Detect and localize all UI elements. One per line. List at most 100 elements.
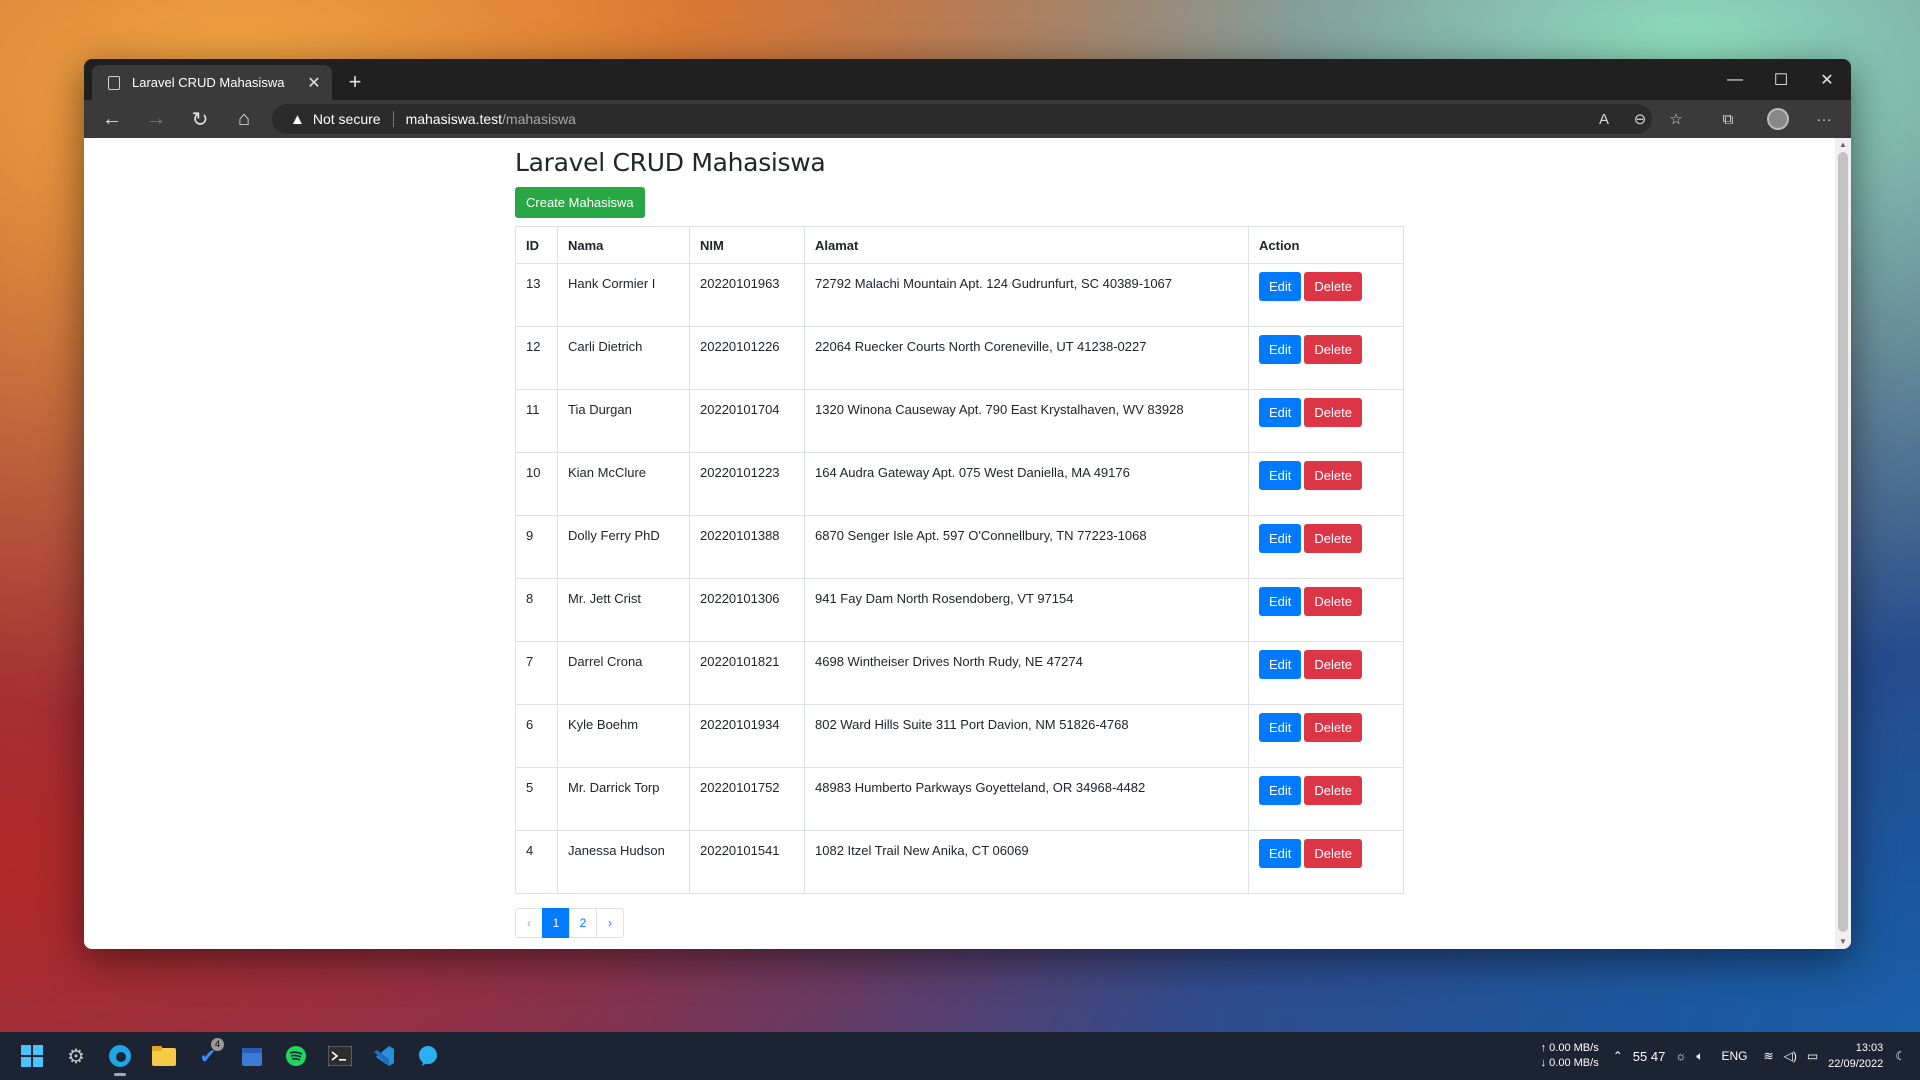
edit-button[interactable]: Edit [1259, 650, 1302, 679]
cell-nama: Kyle Boehm [557, 704, 690, 768]
maximize-icon[interactable]: ☐ [1758, 59, 1804, 100]
content-container: Laravel CRUD Mahasiswa Create Mahasiswa … [515, 138, 1405, 938]
url-host[interactable]: mahasiswa.test [406, 111, 502, 127]
cell-nim: 20220101541 [689, 830, 805, 894]
todo-icon[interactable]: ✔ 4 [186, 1034, 230, 1078]
page-icon [108, 75, 120, 90]
more-menu-icon[interactable]: ··· [1806, 100, 1842, 138]
vertical-scrollbar[interactable]: ▲ ▼ [1835, 138, 1851, 949]
pagination-next[interactable]: › [596, 908, 624, 938]
edit-button[interactable]: Edit [1259, 398, 1302, 427]
cell-nama: Dolly Ferry PhD [557, 515, 690, 579]
delete-button[interactable]: Delete [1304, 650, 1362, 679]
back-icon[interactable]: ← [90, 100, 134, 138]
app-bubble-icon[interactable] [406, 1034, 450, 1078]
edit-button[interactable]: Edit [1259, 335, 1302, 364]
terminal-icon[interactable] [318, 1034, 362, 1078]
url-path[interactable]: /mahasiswa [502, 111, 576, 127]
warning-icon[interactable]: ▲ [290, 111, 305, 128]
url-field[interactable]: ▲ Not secure mahasiswa.test/mahasiswa [272, 104, 1652, 134]
create-mahasiswa-button[interactable]: Create Mahasiswa [515, 187, 645, 218]
cell-alamat: 164 Audra Gateway Apt. 075 West Daniella… [804, 452, 1249, 516]
home-icon[interactable]: ⌂ [222, 100, 266, 138]
close-window-icon[interactable]: ✕ [1804, 59, 1850, 100]
table-row: 13 Hank Cormier I 20220101963 72792 Malachi… [515, 263, 1404, 327]
cell-alamat: 72792 Malachi Mountain Apt. 124 Gudrunfu… [804, 263, 1249, 327]
settings-icon[interactable]: ⚙ [54, 1034, 98, 1078]
todo-badge: 4 [211, 1038, 224, 1051]
language-indicator[interactable]: ENG [1722, 1049, 1748, 1063]
pagination-prev[interactable]: ‹ [515, 908, 543, 938]
edit-button[interactable]: Edit [1259, 776, 1302, 805]
delete-button[interactable]: Delete [1304, 524, 1362, 553]
spotify-icon[interactable] [274, 1034, 318, 1078]
edit-button[interactable]: Edit [1259, 272, 1302, 301]
table-row: 5 Mr. Darrick Torp 20220101752 48983 Humber… [515, 767, 1404, 831]
favorites-icon[interactable]: ☆ [1658, 100, 1694, 138]
cell-alamat: 1082 Itzel Trail New Anika, CT 06069 [804, 830, 1249, 894]
scroll-down-icon[interactable]: ▼ [1835, 935, 1851, 949]
cell-action: Edit Delete [1248, 704, 1404, 768]
edit-button[interactable]: Edit [1259, 524, 1302, 553]
cell-nim: 20220101821 [689, 641, 805, 705]
scroll-thumb[interactable] [1838, 152, 1848, 932]
forward-icon[interactable]: → [134, 100, 178, 138]
column-header-alamat: Alamat [804, 226, 1249, 264]
table-row: 9 Dolly Ferry PhD 20220101388 6870 Senger I… [515, 515, 1404, 579]
calendar-icon[interactable] [230, 1034, 274, 1078]
security-label[interactable]: Not secure [313, 111, 381, 127]
speaker-icon[interactable]: ◁) [1784, 1049, 1797, 1063]
browser-tab[interactable]: Laravel CRUD Mahasiswa ✕ [92, 65, 332, 100]
delete-button[interactable]: Delete [1304, 398, 1362, 427]
delete-button[interactable]: Delete [1304, 272, 1362, 301]
volume-icon[interactable]: 🔈︎ [1696, 1049, 1703, 1064]
edit-button[interactable]: Edit [1259, 461, 1302, 490]
chevron-up-icon[interactable]: ⌃ [1613, 1049, 1623, 1063]
edit-button[interactable]: Edit [1259, 587, 1302, 616]
cell-action: Edit Delete [1248, 515, 1404, 579]
refresh-icon[interactable]: ↻ [178, 100, 222, 138]
cell-nama: Kian McClure [557, 452, 690, 516]
battery-icon[interactable]: ▭ [1807, 1049, 1818, 1063]
pagination-page-1[interactable]: 1 [542, 908, 570, 938]
cell-nim: 20220101704 [689, 389, 805, 453]
profile-avatar[interactable] [1760, 100, 1796, 138]
wifi-icon[interactable]: ≋ [1764, 1049, 1774, 1063]
edit-button[interactable]: Edit [1259, 839, 1302, 868]
table-header-row: ID Nama NIM Alamat Action [515, 226, 1404, 264]
brightness-icon[interactable]: ☼ [1675, 1049, 1686, 1063]
read-aloud-icon[interactable]: A [1586, 100, 1622, 138]
start-icon[interactable] [10, 1034, 54, 1078]
delete-button[interactable]: Delete [1304, 839, 1362, 868]
clock[interactable]: 13:03 22/09/2022 [1828, 1040, 1883, 1072]
browser-window: Laravel CRUD Mahasiswa ✕ + — ☐ ✕ ← → ↻ ⌂… [84, 59, 1851, 949]
cell-alamat: 1320 Winona Causeway Apt. 790 East Kryst… [804, 389, 1249, 453]
new-tab-icon[interactable]: + [340, 67, 370, 97]
delete-button[interactable]: Delete [1304, 713, 1362, 742]
delete-button[interactable]: Delete [1304, 776, 1362, 805]
minimize-icon[interactable]: — [1712, 59, 1758, 100]
page-title: Laravel CRUD Mahasiswa [515, 148, 826, 177]
cell-id: 4 [515, 830, 558, 894]
file-explorer-icon[interactable] [142, 1034, 186, 1078]
notification-icon[interactable]: ☾ [1895, 1049, 1906, 1063]
tab-close-icon[interactable]: ✕ [302, 73, 326, 93]
clock-time: 13:03 [1855, 1042, 1884, 1054]
zoom-out-icon[interactable]: ⊖ [1622, 100, 1658, 138]
delete-button[interactable]: Delete [1304, 587, 1362, 616]
page-viewport: Laravel CRUD Mahasiswa Create Mahasiswa … [84, 138, 1835, 949]
delete-button[interactable]: Delete [1304, 335, 1362, 364]
cell-id: 9 [515, 515, 558, 579]
cell-nim: 20220101934 [689, 704, 805, 768]
edge-browser-icon[interactable] [98, 1034, 142, 1078]
table-row: 4 Janessa Hudson 20220101541 1082 Itzel Tra… [515, 830, 1404, 894]
cell-id: 8 [515, 578, 558, 642]
scroll-up-icon[interactable]: ▲ [1835, 138, 1851, 152]
upload-speed: ↑ 0.00 MB/s [1540, 1042, 1599, 1054]
extensions-icon[interactable]: ⧉ [1710, 100, 1746, 138]
edit-button[interactable]: Edit [1259, 713, 1302, 742]
cell-nama: Carli Dietrich [557, 326, 690, 390]
vscode-icon[interactable] [362, 1034, 406, 1078]
pagination-page-2[interactable]: 2 [569, 908, 597, 938]
delete-button[interactable]: Delete [1304, 461, 1362, 490]
